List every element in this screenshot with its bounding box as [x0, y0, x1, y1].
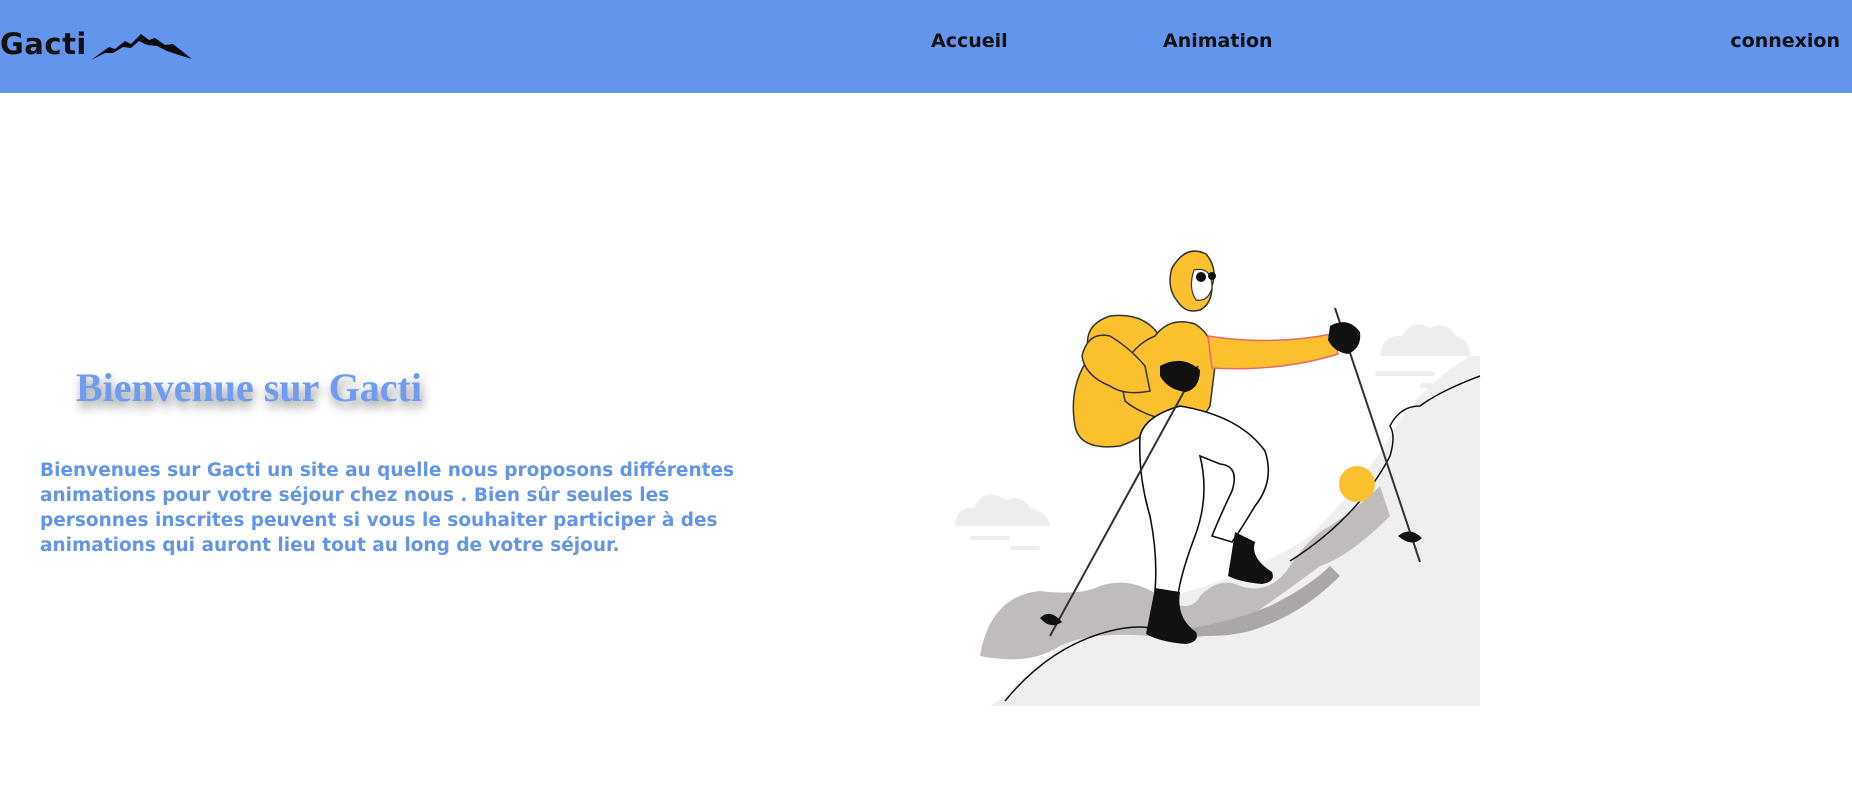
hero-title: Bienvenue sur Gacti [76, 365, 422, 410]
nav-accueil-link[interactable]: Accueil [931, 30, 1008, 52]
nav-animation-link[interactable]: Animation [1163, 30, 1273, 52]
navbar: Gacti Accueil Animation connexion [0, 0, 1852, 93]
hiker-illustration-icon [955, 250, 1481, 706]
hero-description: Bienvenues sur Gacti un site au quelle n… [40, 460, 735, 556]
mountain-logo-icon [90, 34, 192, 60]
brand-name: Gacti [0, 27, 87, 61]
login-link[interactable]: connexion [1730, 30, 1840, 52]
brand-link[interactable]: Gacti [0, 24, 193, 64]
